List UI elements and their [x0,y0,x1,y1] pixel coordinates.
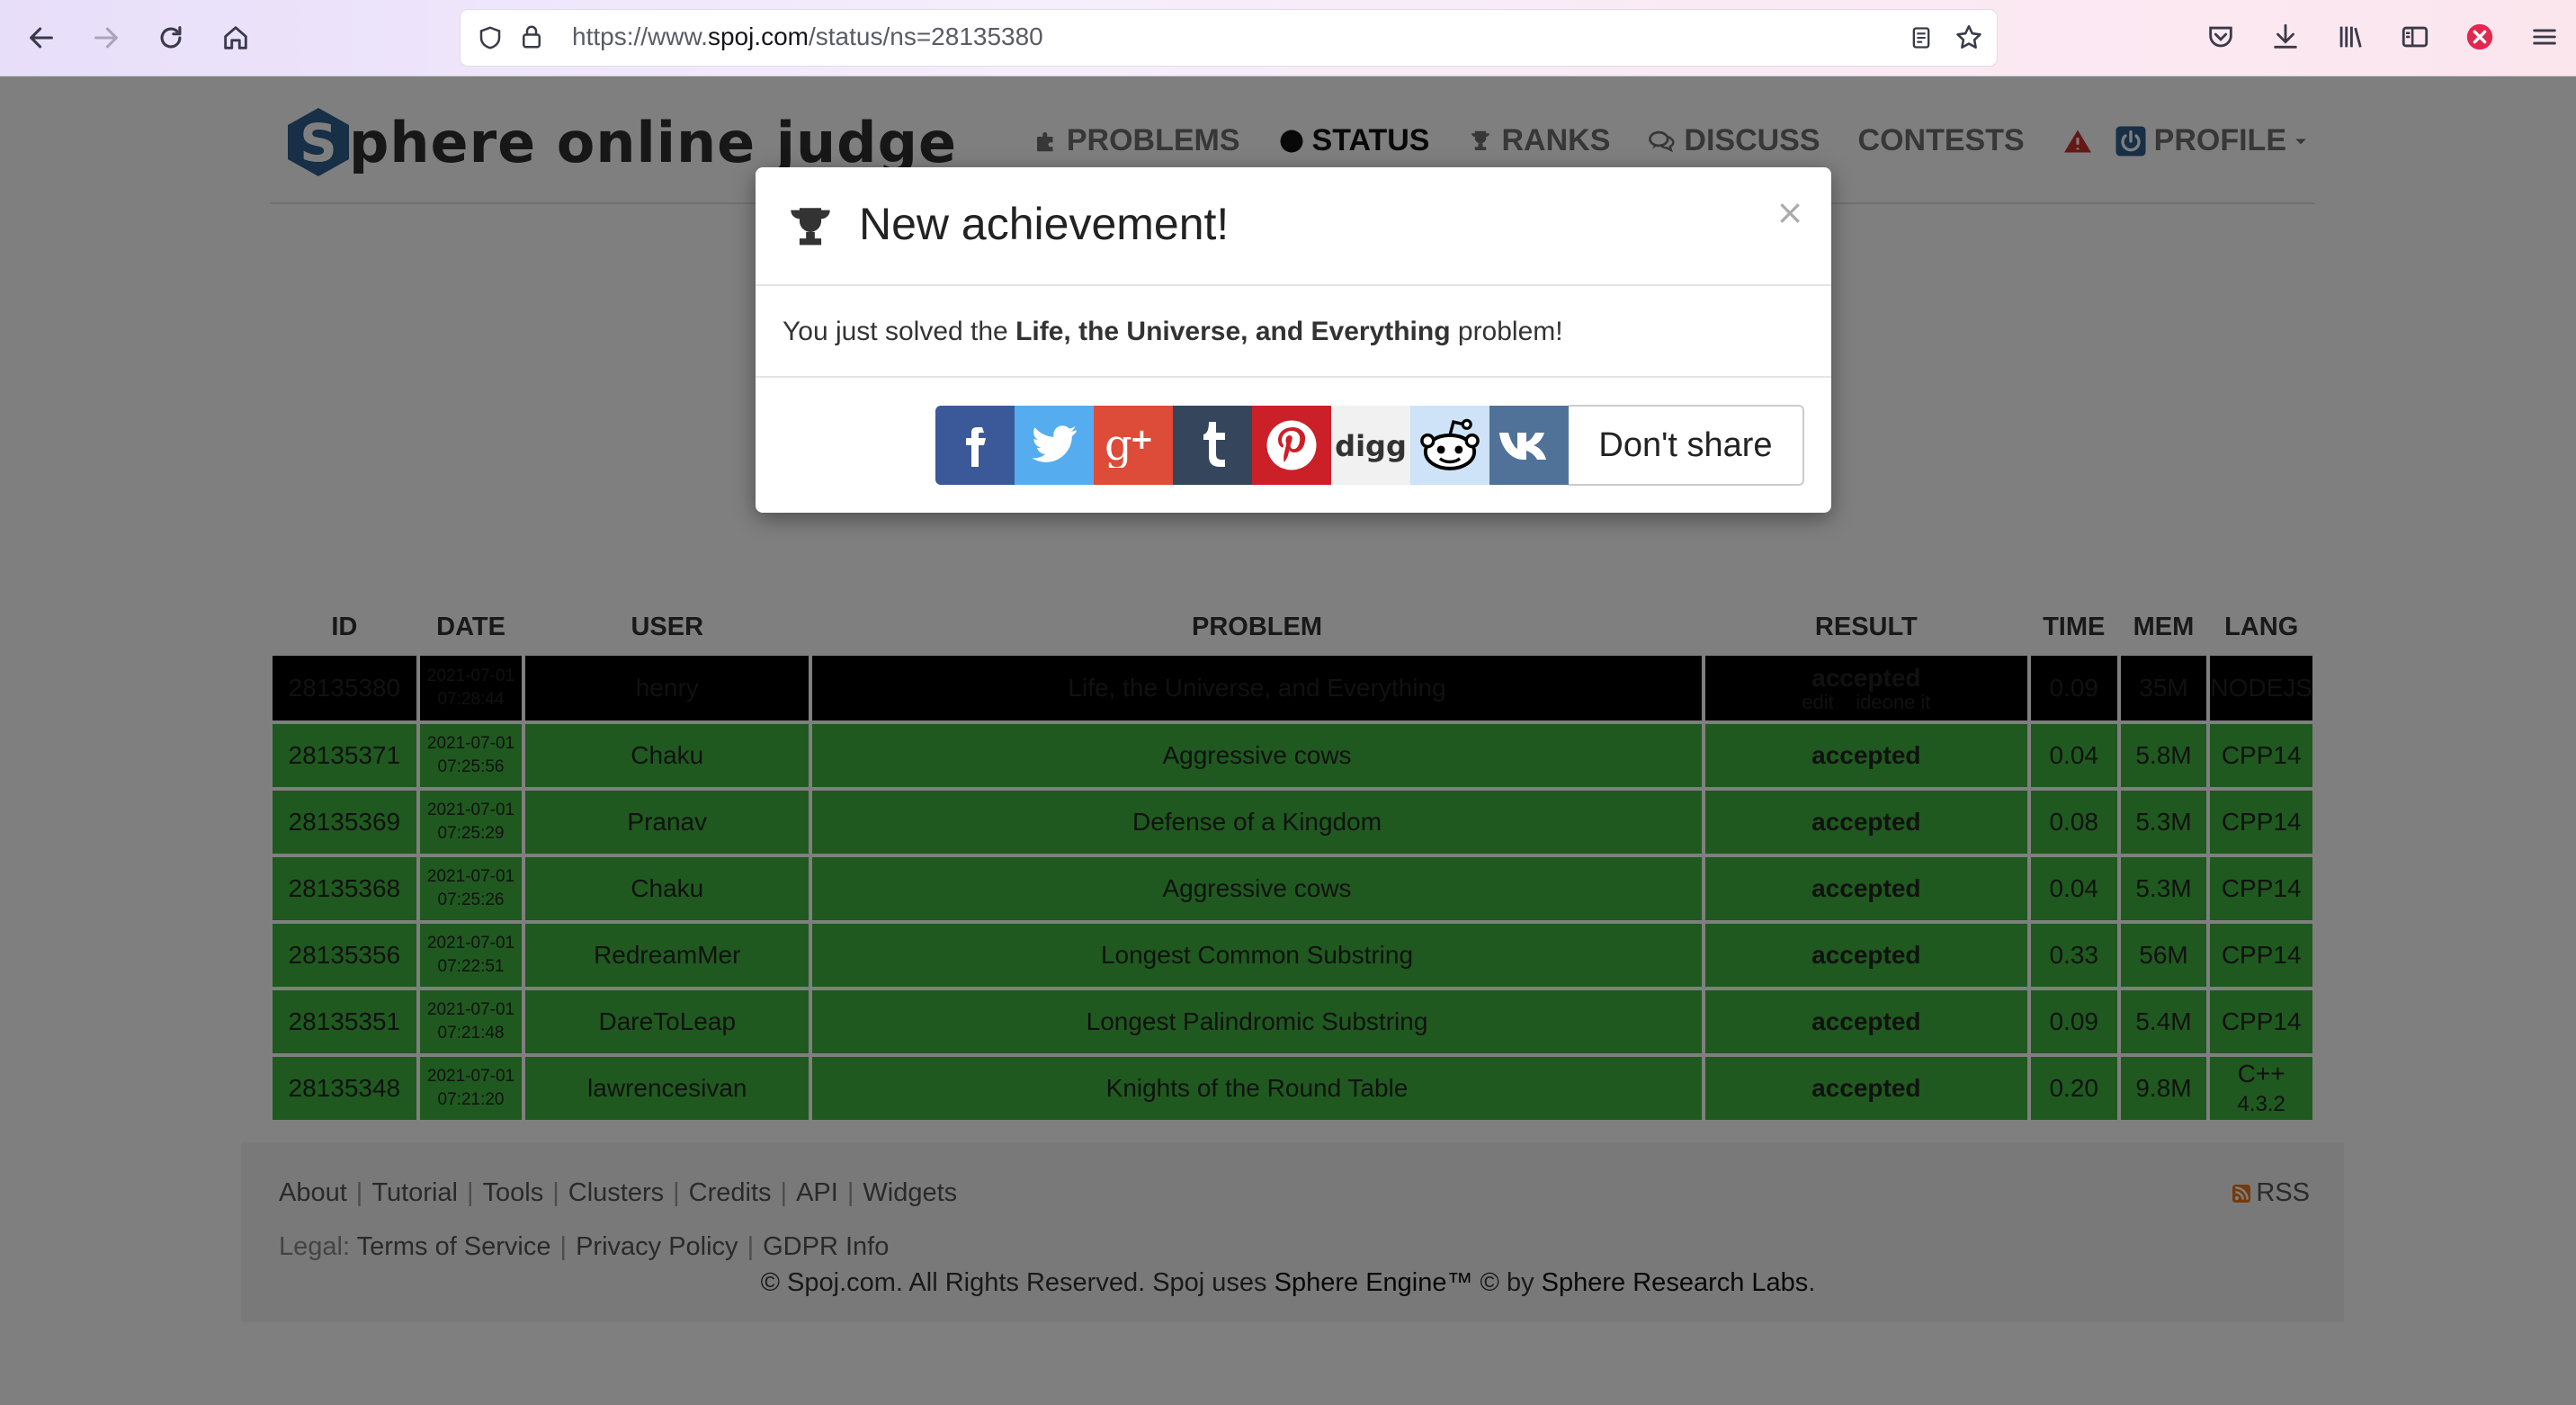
share-reddit-button[interactable] [1410,406,1489,485]
modal-message: You just solved the Life, the Universe, … [783,317,1563,346]
forward-button[interactable] [86,18,126,58]
reload-icon [160,26,182,49]
pinterest-icon [1266,420,1317,470]
facebook-icon [966,427,986,467]
solved-problem-name: Life, the Universe, and Everything [1015,317,1451,346]
share-facebook-button[interactable] [935,406,1015,485]
share-tumblr-button[interactable] [1173,406,1252,485]
modal-header: New achievement! × [756,167,1831,286]
arrow-right-icon [94,27,118,49]
browser-toolbar: https://www.spoj.com/status/ns=28135380 [0,0,2576,76]
digg-icon: digg [1335,429,1407,463]
library-icon[interactable] [2335,22,2366,52]
sidebar-icon[interactable] [2400,22,2430,52]
blocked-extension-icon[interactable] [2464,22,2495,52]
bookmark-star-icon[interactable] [1954,22,1984,53]
home-button[interactable] [216,18,255,58]
share-bar: g + digg Don't share [935,405,1804,486]
share-digg-button[interactable]: digg [1331,406,1410,485]
url-text[interactable]: https://www.spoj.com/status/ns=28135380 [572,22,1043,51]
google-plus-icon: g+ [1105,423,1154,468]
menu-icon[interactable] [2529,22,2560,52]
pocket-icon[interactable] [2205,22,2236,52]
arrow-left-icon [30,27,53,49]
achievement-modal: New achievement! × You just solved the L… [756,167,1831,513]
share-google-plus-button[interactable]: g + [1094,406,1173,485]
reload-button[interactable] [151,18,191,58]
trophy-icon [791,208,830,246]
svg-text:+: + [1130,423,1154,456]
vk-icon [1499,433,1546,460]
modal-body: You just solved the Life, the Universe, … [756,286,1831,378]
download-icon[interactable] [2270,22,2301,52]
share-pinterest-button[interactable] [1252,406,1331,485]
url-bar[interactable]: https://www.spoj.com/status/ns=28135380 [461,10,1997,66]
tumblr-icon [1203,422,1225,467]
svg-text:g: g [1105,423,1132,468]
modal-close-button[interactable]: × [1775,192,1804,232]
shield-icon[interactable] [477,24,504,51]
svg-text:digg: digg [1335,429,1407,463]
twitter-icon [1032,425,1077,462]
reddit-icon [1420,418,1480,470]
lock-icon[interactable] [518,22,545,51]
home-icon [224,26,247,49]
share-twitter-button[interactable] [1015,406,1094,485]
dont-share-button[interactable]: Don't share [1569,405,1804,486]
back-button[interactable] [22,18,61,58]
share-vk-button[interactable] [1489,406,1569,485]
reader-view-icon[interactable] [1909,24,1934,51]
modal-title: New achievement! [859,199,1230,249]
